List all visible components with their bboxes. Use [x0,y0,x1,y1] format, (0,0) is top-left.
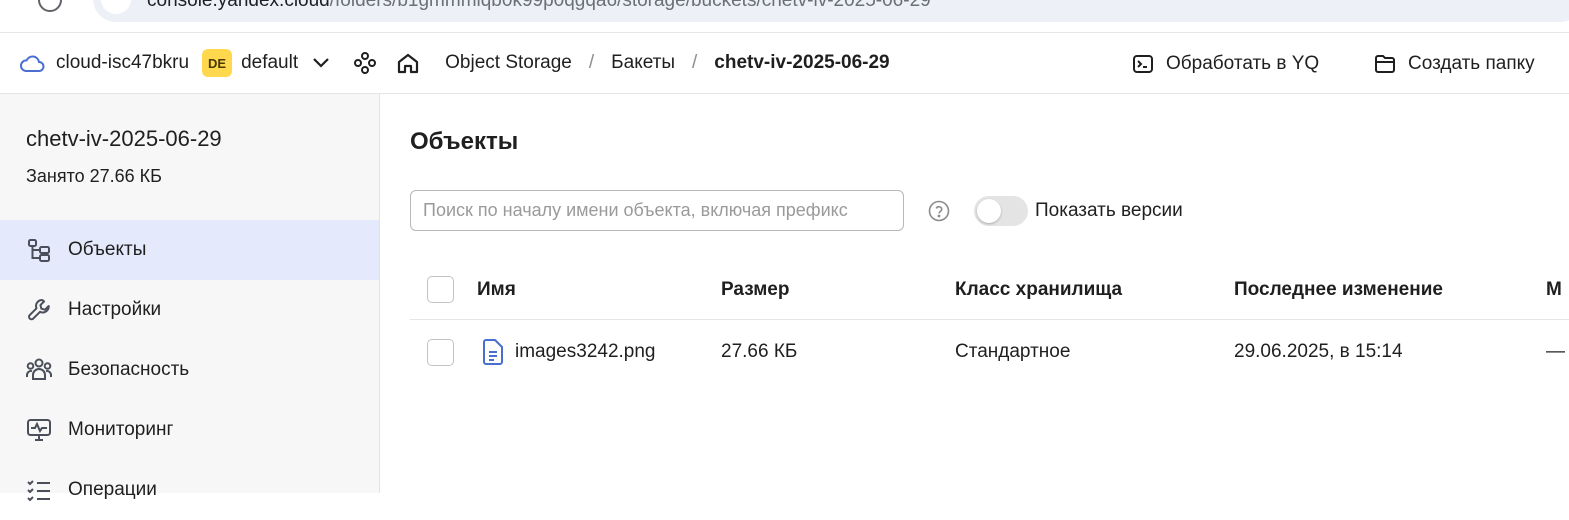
sidebar-item-label: Безопасность [68,359,190,380]
folder-icon [1373,52,1397,76]
monitor-icon [25,416,53,444]
breadcrumb-buckets[interactable]: Бакеты [611,52,675,74]
sidebar-bucket-used: Занято 27.66 КБ [26,166,162,186]
breadcrumb-current-bucket: chetv-iv-2025-06-29 [714,52,890,73]
search-input[interactable] [410,190,904,231]
sidebar-item-label: Мониторинг [68,419,174,440]
header-checkbox-cell [427,260,454,319]
row-checkbox[interactable] [427,338,454,366]
toggle-knob [977,199,1001,223]
object-size: 27.66 КБ [721,341,798,362]
objects-table: Имя Размер Класс хранилища Последнее изм… [410,260,1569,384]
table-row[interactable]: images3242.png 27.66 КБ Стандартное 29.0… [410,320,1569,384]
users-icon [25,356,53,384]
chevron-down-icon[interactable] [310,52,332,74]
object-name[interactable]: images3242.png [515,341,656,363]
object-storage-class: Стандартное [955,341,1071,362]
breadcrumb-separator: / [692,52,698,73]
column-header-storage-class[interactable]: Класс хранилища [955,260,1122,319]
object-extra-value: — [1546,341,1565,362]
objects-icon [25,236,53,264]
list-icon [25,476,53,504]
main-content: Объекты Показать версии Имя Размер Класс… [380,94,1569,493]
sidebar-item-objects[interactable]: Объекты [0,220,379,280]
column-header-modified[interactable]: Последнее изменение [1234,260,1443,319]
create-folder-button[interactable]: Создать папку [1373,33,1535,94]
process-yq-label: Обработать в YQ [1166,52,1320,74]
url-path: /folders/b1gmmmiqb0k99p0qgqa6/storage/bu… [329,0,931,11]
help-icon[interactable] [928,200,950,222]
sidebar-item-monitoring[interactable]: Мониторинг [0,400,379,460]
cloud-name: cloud-isc47bkru [56,52,190,73]
wrench-icon [25,296,53,324]
cloud-icon [18,49,46,77]
sidebar-item-label: Операции [68,479,157,500]
folder-selector[interactable]: DE default [202,49,332,77]
site-info-icon[interactable] [101,0,131,14]
sidebar-item-settings[interactable]: Настройки [0,280,379,340]
reload-icon[interactable] [38,0,62,12]
url-text[interactable]: console.yandex.cloud/folders/b1gmmmiqb0k… [147,0,931,12]
show-versions-label: Показать версии [1035,200,1183,221]
table-header: Имя Размер Класс хранилища Последнее изм… [410,260,1569,320]
cloud-selector[interactable]: cloud-isc47bkru [18,49,189,77]
home-icon[interactable] [395,50,421,76]
folder-badge: DE [202,49,233,77]
breadcrumb-separator: / [588,52,595,73]
column-header-truncated[interactable]: М [1546,260,1562,319]
folder-name: default [241,52,299,73]
sidebar-bucket-name: chetv-iv-2025-06-29 [26,126,222,151]
sidebar-item-label: Настройки [68,299,162,320]
url-host: console.yandex.cloud [147,0,330,11]
column-header-size[interactable]: Размер [721,260,789,319]
omnibox[interactable]: console.yandex.cloud/folders/b1gmmmiqb0k… [93,0,1569,22]
sidebar: chetv-iv-2025-06-29 Занято 27.66 КБ Объе… [0,94,380,502]
browser-address-bar: console.yandex.cloud/folders/b1gmmmiqb0k… [0,0,1569,33]
select-all-checkbox[interactable] [427,276,454,303]
sidebar-item-label: Объекты [68,239,147,260]
file-icon [480,338,506,366]
object-modified: 29.06.2025, в 15:14 [1234,341,1403,362]
breadcrumb-object-storage[interactable]: Object Storage [445,52,572,74]
sidebar-item-security[interactable]: Безопасность [0,340,379,400]
terminal-icon [1131,52,1155,76]
column-header-name[interactable]: Имя [477,260,516,319]
page-title: Объекты [410,128,519,155]
process-yq-button[interactable]: Обработать в YQ [1131,33,1319,94]
sidebar-item-operations[interactable]: Операции [0,460,379,520]
object-name-cell[interactable]: images3242.png [477,320,656,384]
row-checkbox-cell [427,320,454,384]
services-graph-icon[interactable] [352,50,378,76]
top-bar: cloud-isc47bkru DE default Object Storag… [0,33,1569,94]
show-versions-toggle[interactable] [974,196,1028,226]
create-folder-label: Создать папку [1408,52,1535,74]
